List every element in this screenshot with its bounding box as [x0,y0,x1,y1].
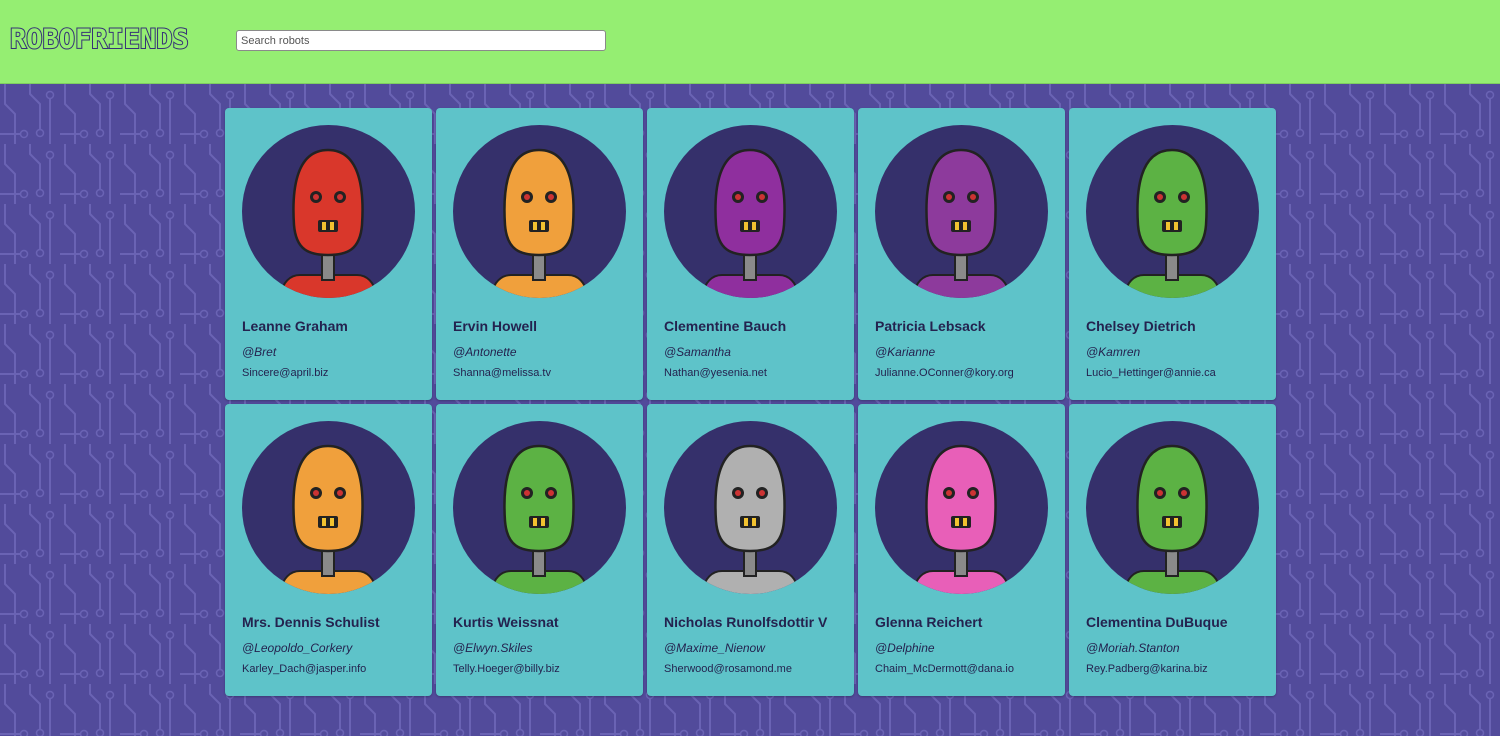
robot-card[interactable]: Kurtis Weissnat @Elwyn.Skiles Telly.Hoeger… [436,404,643,696]
robot-email: Sincere@april.biz [242,367,329,379]
robot-name: Clementine Bauch [664,318,787,334]
robot-card[interactable]: Chelsey Dietrich @Kamren Lucio_Hettinger@a… [1069,108,1276,400]
robot-name: Clementina DuBuque [1086,614,1228,630]
robot-email: Chaim_McDermott@dana.io [875,663,1014,675]
robot-username: @Delphine [875,641,935,655]
robot-username: @Moriah.Stanton [1086,641,1180,655]
robot-card[interactable]: Nicholas Runolfsdottir V @Maxime_Nienow Sh… [647,404,854,696]
orange-robot-avatar [242,421,415,594]
robot-email: Shanna@melissa.tv [453,367,551,379]
robot-email: Sherwood@rosamond.me [664,663,792,675]
robot-name: Chelsey Dietrich [1086,318,1196,334]
robot-card[interactable]: Leanne Graham @Bret Sincere@april.biz [225,108,432,400]
robot-email: Karley_Dach@jasper.info [242,663,367,675]
robot-username: @Elwyn.Skiles [453,641,533,655]
robot-username: @Antonette [453,345,517,359]
robot-name: Glenna Reichert [875,614,983,630]
robot-email: Rey.Padberg@karina.biz [1086,663,1208,675]
robot-name: Kurtis Weissnat [453,614,559,630]
search-input[interactable] [236,30,606,51]
purple-robot-avatar [664,125,837,298]
gray-robot-avatar [664,421,837,594]
robot-card[interactable]: Clementina DuBuque @Moriah.Stanton Rey.Pad… [1069,404,1276,696]
robot-email: Telly.Hoeger@billy.biz [453,663,560,675]
robot-card[interactable]: Ervin Howell @Antonette Shanna@melissa.tv [436,108,643,400]
robot-card[interactable]: Patricia Lebsack @Karianne Julianne.OConne… [858,108,1065,400]
red-robot-avatar [242,125,415,298]
robot-username: @Kamren [1086,345,1141,359]
robot-username: @Maxime_Nienow [664,641,765,655]
robot-card[interactable]: Clementine Bauch @Samantha Nathan@yesenia.… [647,108,854,400]
robot-email: Nathan@yesenia.net [664,367,767,379]
green-robot-avatar [453,421,626,594]
robot-name: Mrs. Dennis Schulist [242,614,380,630]
robot-username: @Samantha [664,345,731,359]
robot-card[interactable]: Mrs. Dennis Schulist @Leopoldo_Corkery Kar… [225,404,432,696]
robot-card[interactable]: Glenna Reichert @Delphine Chaim_McDermott@… [858,404,1065,696]
robot-name: Nicholas Runolfsdottir V [664,614,828,630]
pink-robot-avatar [875,421,1048,594]
robofriends-logo: ROBOFRIENDS [9,23,190,56]
green-robot-avatar [1086,421,1259,594]
robot-card-grid: Leanne Graham @Bret Sincere@april.biz Ervin… [225,108,1276,696]
robot-username: @Karianne [875,345,936,359]
robot-username: @Bret [242,345,277,359]
robot-username: @Leopoldo_Corkery [242,641,353,655]
robot-name: Ervin Howell [453,318,538,334]
logo-text: ROBOFRIENDS [9,23,190,56]
robot-name: Leanne Graham [242,318,348,334]
orange-robot-avatar [453,125,626,298]
purple-robot-avatar [875,125,1048,298]
robot-email: Lucio_Hettinger@annie.ca [1086,367,1216,379]
header-bar: ROBOFRIENDS [0,0,1500,84]
green-robot-avatar [1086,125,1259,298]
robot-email: Julianne.OConner@kory.org [875,367,1014,379]
robot-name: Patricia Lebsack [875,318,986,334]
